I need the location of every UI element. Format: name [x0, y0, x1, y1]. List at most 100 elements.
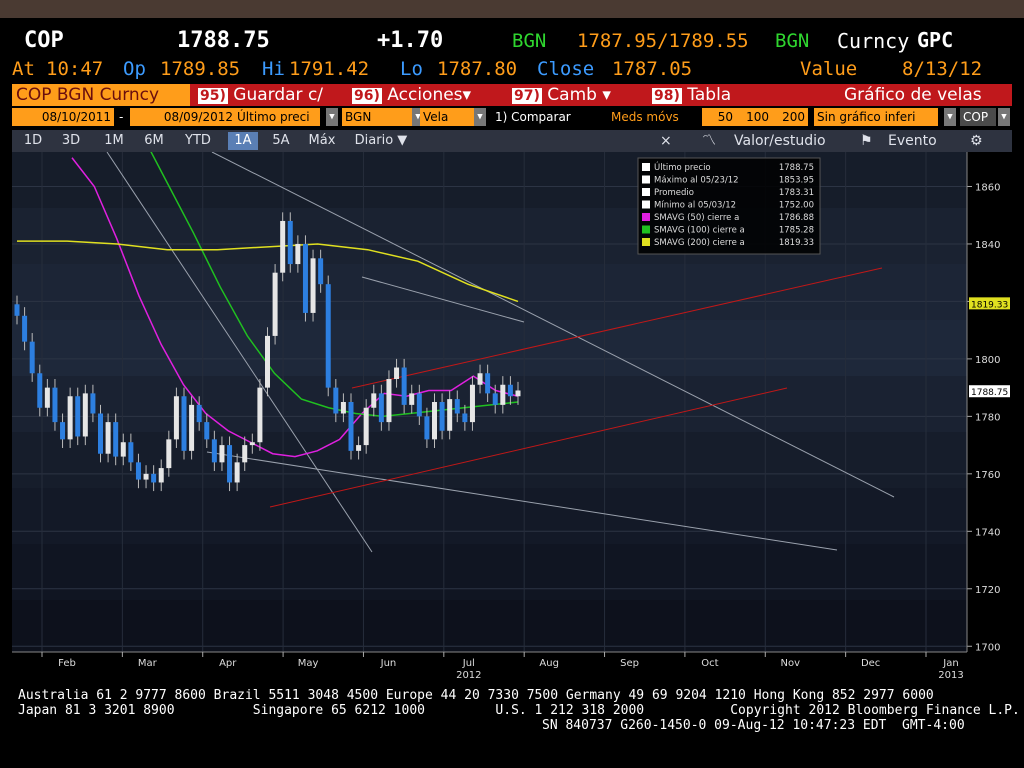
x-tick-label: Oct	[701, 658, 718, 669]
candle-body	[462, 413, 468, 423]
candle-body	[477, 373, 483, 385]
candle-body	[37, 373, 43, 408]
candle-body	[189, 404, 195, 451]
legend-value: 1788.75	[779, 163, 814, 173]
x-tick-label: Jul	[462, 658, 475, 669]
currency-select[interactable]: COP	[960, 108, 996, 126]
candle-body	[500, 384, 506, 405]
start-date-field[interactable]: 08/10/2011	[12, 108, 114, 126]
tab-3d[interactable]: 3D	[56, 132, 86, 150]
mavg-3-field[interactable]: 200	[772, 108, 808, 126]
value-label: Value	[800, 58, 858, 80]
tab-1a[interactable]: 1A	[228, 132, 258, 150]
candle-body	[371, 393, 377, 408]
candle-body	[409, 393, 415, 405]
candle-body	[424, 416, 430, 440]
chevron-down-icon[interactable]: ▼	[326, 108, 338, 126]
price-field-select[interactable]: Último preci	[234, 108, 320, 126]
at-label: At	[12, 58, 35, 80]
open-label: Op	[123, 58, 146, 80]
candle-body	[67, 396, 73, 440]
x-tick-label: Dec	[861, 658, 880, 669]
y-tick-label: 1720	[975, 585, 1000, 596]
candle-body	[378, 393, 384, 423]
candle-body	[272, 272, 278, 336]
candle-body	[204, 422, 210, 440]
candle-body	[227, 445, 233, 483]
candlestick-chart: 1700172017401760178018001820184018601819…	[12, 152, 1012, 686]
period-select[interactable]: Diario ▼	[344, 132, 418, 150]
candle-body	[135, 462, 141, 480]
chevron-down-icon[interactable]: ▼	[998, 108, 1010, 126]
table-menu[interactable]: 98) Tabla	[652, 84, 731, 106]
gear-icon[interactable]: ⚙	[970, 132, 983, 150]
candle-body	[287, 220, 293, 265]
candle-body	[219, 445, 225, 463]
legend-swatch	[642, 200, 650, 209]
tab-5a[interactable]: 5A	[266, 132, 296, 150]
value-study-button[interactable]: Valor/estudio	[734, 132, 826, 150]
legend-swatch	[642, 188, 650, 196]
candle-body	[105, 422, 111, 454]
legend-swatch	[642, 175, 650, 184]
legend-swatch	[642, 225, 650, 234]
background-band	[12, 208, 967, 264]
candle-body	[75, 396, 81, 437]
tab-1d[interactable]: 1D	[18, 132, 48, 150]
save-menu[interactable]: 95) Guardar c/	[198, 84, 323, 106]
candle-body	[356, 445, 362, 451]
tab-ytd[interactable]: YTD	[178, 132, 218, 150]
security-field[interactable]: COP BGN Curncy	[12, 84, 190, 106]
y-tick-label: 1740	[975, 527, 1000, 538]
x-year-label: 2012	[456, 670, 481, 681]
table-menu-num: 98)	[652, 88, 682, 104]
candle-body	[454, 399, 460, 414]
actions-menu[interactable]: 96) Acciones▾	[352, 84, 471, 106]
x-tick-label: Jun	[380, 658, 397, 669]
actions-menu-num: 96)	[352, 88, 382, 104]
footer-phones-1: Australia 61 2 9777 8600 Brazil 5511 304…	[18, 688, 934, 703]
x-year-label: 2013	[938, 670, 963, 681]
actions-menu-label: Acciones	[387, 85, 463, 105]
save-menu-label: Guardar c/	[233, 85, 324, 105]
event-button[interactable]: Evento	[888, 132, 937, 150]
y-tick-label: 1700	[975, 642, 1000, 653]
candle-body	[310, 258, 316, 313]
lower-chart-select[interactable]: Sin gráfico inferi	[814, 108, 938, 126]
tab-1m[interactable]: 1M	[98, 132, 130, 150]
change-menu-label: Camb	[547, 85, 597, 105]
end-date-field[interactable]: 08/09/2012	[130, 108, 236, 126]
candle-body	[507, 384, 513, 397]
line-chart-icon: 〽	[702, 133, 716, 149]
candle-body	[29, 341, 35, 374]
chevron-down-icon[interactable]: ▼	[944, 108, 956, 126]
high-value: 1791.42	[289, 58, 370, 80]
change-menu[interactable]: 97) Camb ▾	[512, 84, 611, 106]
style-select[interactable]: Vela	[420, 108, 476, 126]
compare-button[interactable]: 1) Comparar	[492, 108, 598, 126]
close-icon[interactable]: ×	[660, 132, 672, 150]
mavg-2-field[interactable]: 100	[736, 108, 772, 126]
legend-label: SMAVG (50) cierre a	[654, 213, 739, 223]
mavg-1-field[interactable]: 50	[702, 108, 736, 126]
chevron-down-icon[interactable]: ▼	[474, 108, 486, 126]
candle-body	[242, 445, 248, 463]
source-select[interactable]: BGN	[342, 108, 416, 126]
y-tick-label: 1800	[975, 355, 1000, 366]
tab-max[interactable]: Máx	[304, 132, 340, 150]
ticker: COP	[24, 28, 64, 53]
candle-body	[318, 258, 324, 285]
candle-body	[280, 220, 286, 273]
legend-swatch	[642, 163, 650, 171]
background-band	[12, 600, 967, 656]
candle-body	[302, 243, 308, 313]
tab-6m[interactable]: 6M	[138, 132, 170, 150]
footer-phones-2: Japan 81 3 3201 8900 Singapore 65 6212 1…	[18, 703, 1020, 718]
x-tick-label: Jan	[942, 658, 958, 669]
bid-ask: 1787.95/1789.55	[577, 30, 749, 52]
candle-body	[22, 315, 28, 342]
smavg-200-price-tag: 1819.33	[971, 300, 1008, 310]
chart-title: Gráfico de velas	[844, 85, 982, 105]
date-separator: -	[116, 108, 130, 126]
table-menu-label: Tabla	[687, 85, 732, 105]
